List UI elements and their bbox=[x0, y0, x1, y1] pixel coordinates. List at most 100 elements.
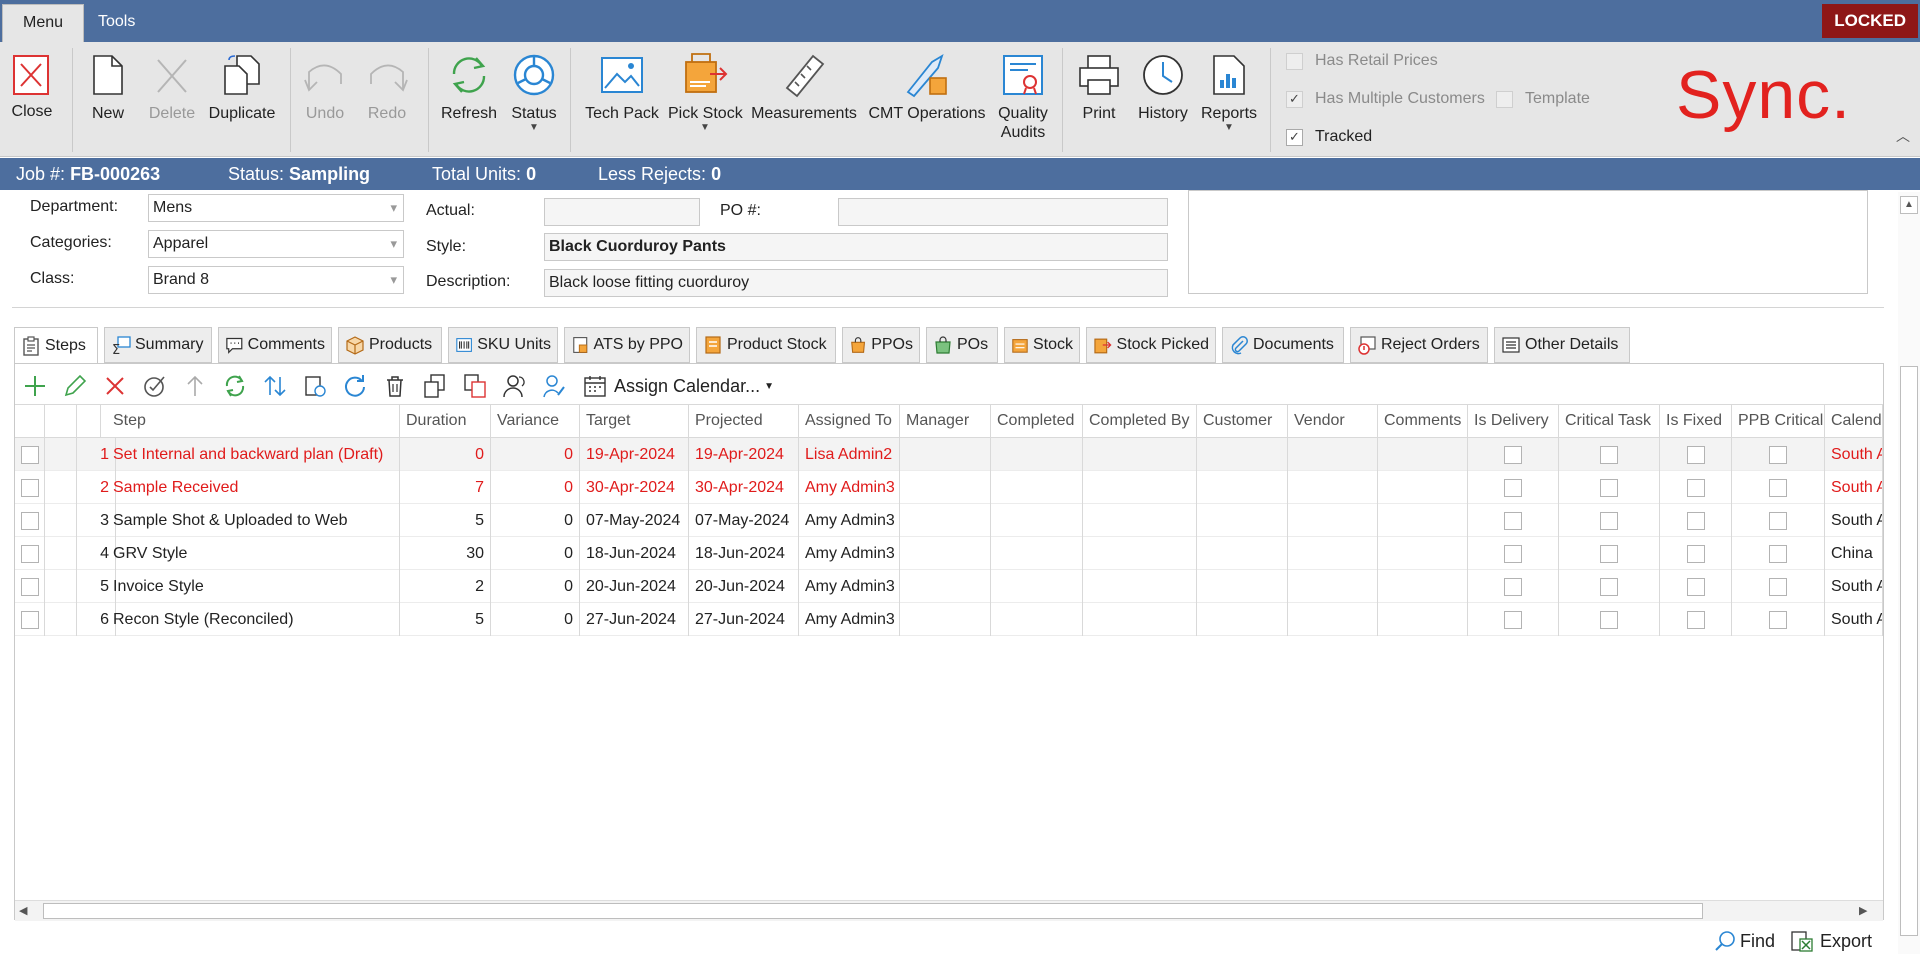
cell-is-fixed[interactable] bbox=[1660, 537, 1732, 570]
column-header-is-delivery[interactable]: Is Delivery bbox=[1468, 405, 1559, 437]
row-select-checkbox[interactable] bbox=[15, 537, 45, 570]
cell-critical-task[interactable] bbox=[1559, 504, 1660, 537]
cell-is-delivery[interactable] bbox=[1468, 438, 1559, 471]
cell-critical-task[interactable] bbox=[1559, 537, 1660, 570]
recalculate-icon[interactable] bbox=[222, 373, 248, 399]
style-field[interactable]: Black Cuorduroy Pants bbox=[544, 233, 1168, 261]
tab-other-details[interactable]: Other Details bbox=[1494, 327, 1630, 363]
cell-critical-task[interactable] bbox=[1559, 603, 1660, 636]
users-icon[interactable] bbox=[502, 373, 528, 399]
add-icon[interactable] bbox=[22, 373, 48, 399]
tab-ats-by-ppo[interactable]: ATS by PPO bbox=[564, 327, 690, 363]
column-header-completed-by[interactable]: Completed By bbox=[1083, 405, 1197, 437]
print-button[interactable]: Print bbox=[1074, 52, 1124, 152]
column-header-vendor[interactable]: Vendor bbox=[1288, 405, 1378, 437]
status-button[interactable]: Status ▼ bbox=[508, 52, 560, 152]
department-combo[interactable]: Mens bbox=[148, 194, 404, 222]
tab-reject-orders[interactable]: Reject Orders bbox=[1350, 327, 1488, 363]
copy-icon[interactable] bbox=[422, 373, 448, 399]
tab-ppos[interactable]: PPOs bbox=[842, 327, 920, 363]
history-button[interactable]: History bbox=[1134, 52, 1192, 152]
column-header-calendar[interactable]: Calend bbox=[1825, 405, 1883, 437]
select-column-header[interactable] bbox=[15, 405, 45, 437]
column-header-variance[interactable]: Variance bbox=[491, 405, 580, 437]
undo-button[interactable]: Undo bbox=[300, 52, 350, 152]
horizontal-scrollbar[interactable]: ◀ ▶ bbox=[15, 900, 1883, 921]
cell-critical-task[interactable] bbox=[1559, 438, 1660, 471]
cell-is-delivery[interactable] bbox=[1468, 603, 1559, 636]
has-multiple-customers-checkbox[interactable]: ✓ Has Multiple Customers bbox=[1286, 90, 1485, 108]
table-row[interactable]: 4 GRV Style 30 0 18-Jun-2024 18-Jun-2024 Amy A… bbox=[15, 537, 1883, 570]
cell-is-delivery[interactable] bbox=[1468, 570, 1559, 603]
redo-button[interactable]: Redo bbox=[362, 52, 412, 152]
tracked-checkbox[interactable]: ✓ Tracked bbox=[1286, 128, 1372, 146]
new-button[interactable]: New bbox=[86, 52, 130, 152]
vertical-scroll-thumb[interactable] bbox=[1900, 366, 1918, 936]
column-header-comments[interactable]: Comments bbox=[1378, 405, 1468, 437]
tab-sku-units[interactable]: SKU Units bbox=[448, 327, 558, 363]
cell-is-fixed[interactable] bbox=[1660, 570, 1732, 603]
cell-is-delivery[interactable] bbox=[1468, 471, 1559, 504]
ribbon-collapse-icon[interactable]: ︿ bbox=[1896, 126, 1910, 146]
table-row[interactable]: 2 Sample Received 7 0 30-Apr-2024 30-Apr-2024… bbox=[15, 471, 1883, 504]
paste-link-icon[interactable] bbox=[302, 373, 328, 399]
reports-button[interactable]: Reports ▼ bbox=[1200, 52, 1258, 152]
cell-ppb-critical[interactable] bbox=[1732, 603, 1825, 636]
tab-steps[interactable]: Steps bbox=[14, 327, 98, 364]
column-header-assigned-to[interactable]: Assigned To bbox=[799, 405, 900, 437]
row-select-checkbox[interactable] bbox=[15, 438, 45, 471]
tab-pos[interactable]: POs bbox=[926, 327, 998, 363]
cell-is-fixed[interactable] bbox=[1660, 504, 1732, 537]
scroll-up-icon[interactable]: ▲ bbox=[1900, 196, 1918, 214]
cell-is-delivery[interactable] bbox=[1468, 537, 1559, 570]
row-select-checkbox[interactable] bbox=[15, 471, 45, 504]
table-row[interactable]: 5 Invoice Style 2 0 20-Jun-2024 20-Jun-2024 Am… bbox=[15, 570, 1883, 603]
table-row[interactable]: 1 Set Internal and backward plan (Draft) 0… bbox=[15, 438, 1883, 471]
scroll-thumb[interactable] bbox=[43, 903, 1703, 919]
tab-product-stock[interactable]: Product Stock bbox=[696, 327, 836, 363]
cell-ppb-critical[interactable] bbox=[1732, 570, 1825, 603]
row-select-checkbox[interactable] bbox=[15, 504, 45, 537]
quality-audits-button[interactable]: Quality Audits bbox=[994, 52, 1052, 152]
tab-stock[interactable]: Stock bbox=[1004, 327, 1080, 363]
tab-stock-picked[interactable]: Stock Picked bbox=[1086, 327, 1216, 363]
find-button[interactable]: Find bbox=[1714, 930, 1775, 952]
cell-is-fixed[interactable] bbox=[1660, 438, 1732, 471]
row-select-checkbox[interactable] bbox=[15, 603, 45, 636]
copy-steps-icon[interactable] bbox=[462, 373, 488, 399]
tab-tools[interactable]: Tools bbox=[78, 4, 155, 42]
column-header-projected[interactable]: Projected bbox=[689, 405, 799, 437]
reload-icon[interactable] bbox=[342, 373, 368, 399]
cell-ppb-critical[interactable] bbox=[1732, 537, 1825, 570]
edit-pencil-icon[interactable] bbox=[62, 373, 88, 399]
scroll-right-icon[interactable]: ▶ bbox=[1859, 904, 1867, 917]
cell-is-fixed[interactable] bbox=[1660, 471, 1732, 504]
template-checkbox[interactable]: Template bbox=[1496, 90, 1590, 108]
description-field[interactable]: Black loose fitting cuorduroy bbox=[544, 269, 1168, 297]
cell-is-delivery[interactable] bbox=[1468, 504, 1559, 537]
column-header-manager[interactable]: Manager bbox=[900, 405, 991, 437]
column-header-ppb-critical[interactable]: PPB Critical bbox=[1732, 405, 1825, 437]
tab-documents[interactable]: Documents bbox=[1222, 327, 1344, 363]
po-number-field[interactable] bbox=[838, 198, 1168, 226]
scroll-left-icon[interactable]: ◀ bbox=[19, 904, 27, 917]
cell-ppb-critical[interactable] bbox=[1732, 504, 1825, 537]
pick-stock-button[interactable]: Pick Stock ▼ bbox=[668, 52, 743, 152]
table-row[interactable]: 6 Recon Style (Reconciled) 5 0 27-Jun-2024 27… bbox=[15, 603, 1883, 636]
notes-area[interactable] bbox=[1188, 190, 1868, 294]
has-retail-prices-checkbox[interactable]: Has Retail Prices bbox=[1286, 52, 1438, 70]
sort-icon[interactable] bbox=[262, 373, 288, 399]
tab-comments[interactable]: Comments bbox=[218, 327, 332, 363]
tab-products[interactable]: Products bbox=[338, 327, 442, 363]
cell-ppb-critical[interactable] bbox=[1732, 438, 1825, 471]
tab-summary[interactable]: Σ Summary bbox=[104, 327, 212, 363]
row-select-checkbox[interactable] bbox=[15, 570, 45, 603]
class-combo[interactable]: Brand 8 bbox=[148, 266, 404, 294]
column-header-target[interactable]: Target bbox=[580, 405, 689, 437]
cell-ppb-critical[interactable] bbox=[1732, 471, 1825, 504]
close-button[interactable]: Close bbox=[8, 52, 56, 152]
duplicate-button[interactable]: Duplicate bbox=[206, 52, 278, 152]
column-header-completed[interactable]: Completed bbox=[991, 405, 1083, 437]
categories-combo[interactable]: Apparel bbox=[148, 230, 404, 258]
assign-user-icon[interactable] bbox=[542, 373, 568, 399]
